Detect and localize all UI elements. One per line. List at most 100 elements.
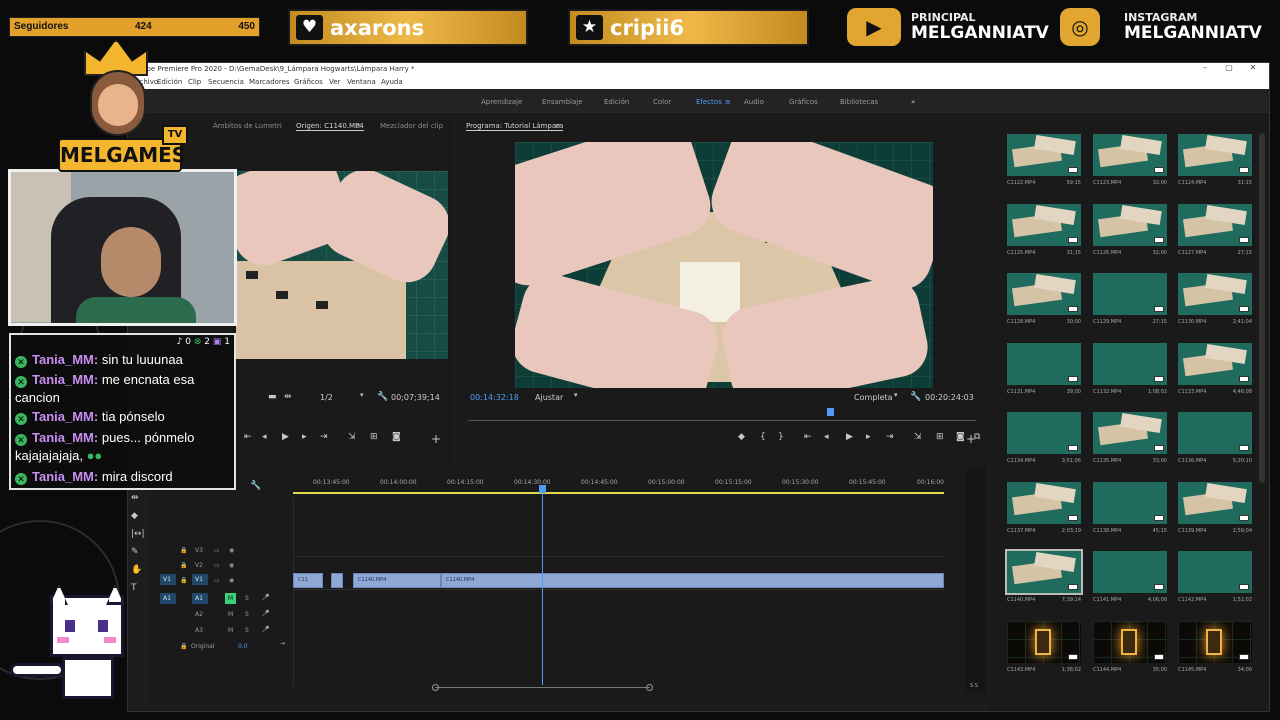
menu-ver[interactable]: Ver [329,78,340,86]
pen-icon[interactable]: ✎ [131,547,139,557]
camera-icon[interactable]: ◙ [956,432,965,442]
maximize-button[interactable]: ▢ [1217,63,1241,77]
source-zoom[interactable]: 1/2 [320,393,333,402]
sync-lock-icon[interactable]: ▭ [214,547,220,554]
chevron-down-icon[interactable]: ▾ [894,391,898,399]
bin-clip-thumbnail[interactable] [1178,134,1252,176]
chevron-down-icon[interactable]: ▾ [574,391,578,399]
add-button[interactable]: + [431,432,441,446]
mute-button[interactable]: M [228,627,233,634]
tab-clip-mixer[interactable]: Mezclador del clip [380,122,443,130]
bin-clip-thumbnail[interactable] [1178,343,1252,385]
lock-icon[interactable]: 🔒 [180,547,187,554]
microphone-icon[interactable]: 🎤 [262,610,269,617]
wrench-icon[interactable]: 🔧 [910,392,921,402]
bin-clip-thumbnail[interactable] [1093,551,1167,593]
scrollbar-handle[interactable] [646,684,653,691]
bin-clip-thumbnail[interactable] [1007,134,1081,176]
bin-clip-thumbnail[interactable] [1007,412,1081,454]
bin-clip-thumbnail[interactable] [1007,273,1081,315]
menu-secuencia[interactable]: Secuencia [208,78,244,86]
workspace-ensamblaje[interactable]: Ensamblaje [542,98,583,106]
play-button[interactable]: ▶ [282,432,289,442]
frame-back-icon[interactable]: ◂ [262,432,267,442]
timeline-clip[interactable]: C1140.MP4 [441,573,944,588]
bin-clip-thumbnail[interactable] [1093,621,1167,663]
timeline-clip[interactable]: C11 [293,573,323,588]
track-area[interactable] [293,497,944,687]
workspace-aprendizaje[interactable]: Aprendizaje [481,98,522,106]
mark-out-icon[interactable]: } [778,432,784,442]
program-scrubber[interactable] [468,420,976,421]
workspace-edicion[interactable]: Edición [604,98,629,106]
mute-button[interactable]: M [228,611,233,618]
bin-scrollbar[interactable] [1258,123,1266,703]
timeline-playhead[interactable] [542,485,543,685]
bin-clip-thumbnail[interactable] [1093,482,1167,524]
hand-icon[interactable]: ✋ [131,565,142,575]
tab-program[interactable]: Programa: Tutorial Lámpara [466,122,564,131]
solo-button[interactable]: S [245,627,249,634]
tab-lumetri-scopes[interactable]: Ámbitos de Lumetri [213,122,282,130]
timeline-clip[interactable] [331,573,343,588]
marker-icon[interactable]: ◆ [738,432,745,442]
timeline-playhead-handle[interactable] [539,485,546,493]
quality-dropdown[interactable]: Completa [854,393,893,402]
ripple-edit-icon[interactable]: ⇹ [131,493,139,503]
sync-lock-icon[interactable]: ▭ [214,562,220,569]
fit-dropdown[interactable]: Ajustar [535,393,563,402]
bin-clip-thumbnail[interactable] [1005,549,1083,595]
tab-source[interactable]: Origen: C1140.MP4 [296,122,364,131]
eye-icon[interactable]: ◉ [229,547,234,554]
workspace-menu-icon[interactable]: ≡ [725,98,731,106]
lock-icon[interactable]: 🔒 [180,562,187,569]
workspace-graficos[interactable]: Gráficos [789,98,818,106]
lock-icon[interactable]: 🔒 [180,577,187,584]
workspace-bibliotecas[interactable]: Bibliotecas [840,98,878,106]
more-workspaces-icon[interactable]: » [911,98,915,106]
menu-ventana[interactable]: Ventana [347,78,376,86]
bin-clip-thumbnail[interactable] [1093,204,1167,246]
close-button[interactable]: ✕ [1241,63,1265,77]
bin-clip-thumbnail[interactable] [1178,551,1252,593]
bin-clip-thumbnail[interactable] [1178,482,1252,524]
chevron-down-icon[interactable]: ▾ [360,391,364,399]
step-back-icon[interactable]: ⇤ [244,432,252,442]
menu-graficos[interactable]: Gráficos [294,78,323,86]
solo-button[interactable]: S [245,595,249,602]
bin-clip-thumbnail[interactable] [1007,482,1081,524]
razor-icon[interactable]: ◆ [131,511,138,521]
timeline-zoom-scrollbar[interactable] [435,687,650,688]
lift-icon[interactable]: ⇲ [914,432,922,442]
timeline-clip[interactable]: C1140.MP4 [353,573,441,588]
bin-clip-thumbnail[interactable] [1093,134,1167,176]
bin-clip-thumbnail[interactable] [1007,621,1081,663]
play-button[interactable]: ▶ [846,432,853,442]
menu-ayuda[interactable]: Ayuda [381,78,403,86]
lock-icon[interactable]: 🔒 [180,643,187,650]
trim-icon[interactable]: ⇹ [284,392,292,402]
type-tool-icon[interactable]: T [131,583,137,593]
bin-clip-thumbnail[interactable] [1178,273,1252,315]
sync-lock-icon[interactable]: ▭ [214,577,220,584]
minimize-button[interactable]: – [1193,63,1217,77]
slip-icon[interactable]: |↔| [131,529,145,539]
tab-menu-icon[interactable]: ≡ [355,122,361,130]
microphone-icon[interactable]: 🎤 [262,626,269,633]
bin-clip-thumbnail[interactable] [1007,204,1081,246]
bin-clip-thumbnail[interactable] [1093,412,1167,454]
insert-icon[interactable]: ⇲ [348,432,356,442]
program-timecode[interactable]: 00:14:32:18 [470,393,519,402]
extract-icon[interactable]: ⊞ [936,432,944,442]
step-forward-icon[interactable]: ⇥ [320,432,328,442]
work-area-bar[interactable] [293,492,944,494]
frame-forward-icon[interactable]: ▸ [302,432,307,442]
program-playhead[interactable] [827,408,834,416]
add-button[interactable]: + [966,432,976,446]
frame-back-icon[interactable]: ◂ [824,432,829,442]
wrench-icon[interactable]: 🔧 [377,392,388,402]
step-forward-icon[interactable]: ⇥ [886,432,894,442]
menu-marcadores[interactable]: Marcadores [249,78,290,86]
workspace-efectos[interactable]: Efectos [696,98,722,106]
mute-button[interactable]: M [225,593,236,604]
